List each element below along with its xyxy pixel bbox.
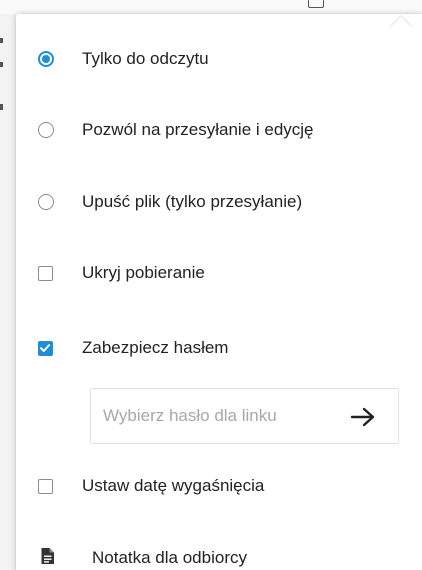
note-to-recipient-label: Notatka dla odbiorcy — [92, 548, 247, 567]
checkbox-set-expiration[interactable]: Ustaw datę wygaśnięcia — [16, 464, 422, 508]
radio-read-only-label: Tylko do odczytu — [82, 49, 209, 68]
checkbox-unchecked[interactable] — [38, 265, 53, 281]
checkbox-unchecked[interactable] — [38, 478, 53, 494]
background-edge-mark — [0, 104, 3, 110]
popover-arrow — [389, 16, 413, 40]
document-icon — [308, 0, 324, 8]
background-edge-mark — [0, 38, 3, 43]
checkbox-set-expiration-label: Ustaw datę wygaśnięcia — [82, 476, 265, 495]
share-options-popover: Tylko do odczytu Pozwól na przesyłanie i… — [16, 14, 422, 570]
checkbox-hide-download[interactable]: Ukryj pobieranie — [16, 251, 422, 295]
radio-file-drop[interactable]: Upuść plik (tylko przesyłanie) — [16, 180, 422, 224]
background-app-strip — [0, 0, 422, 14]
note-icon — [40, 547, 55, 570]
password-input[interactable] — [103, 403, 343, 429]
checkbox-password-protect-label: Zabezpiecz hasłem — [82, 338, 229, 357]
note-to-recipient[interactable]: Notatka dla odbiorcy — [16, 536, 422, 570]
radio-allow-upload-edit[interactable]: Pozwól na przesyłanie i edycję — [16, 108, 422, 152]
page: Tylko do odczytu Pozwól na przesyłanie i… — [0, 0, 422, 570]
checkbox-checked[interactable] — [38, 340, 53, 356]
background-edge-mark — [0, 62, 3, 67]
radio-file-drop-label: Upuść plik (tylko przesyłanie) — [82, 192, 303, 211]
radio-button-checked[interactable] — [38, 51, 54, 67]
password-field-container — [90, 388, 399, 444]
checkbox-password-protect[interactable]: Zabezpiecz hasłem — [16, 326, 422, 370]
radio-allow-upload-edit-label: Pozwól na przesyłanie i edycję — [82, 120, 314, 139]
arrow-right-icon[interactable] — [349, 405, 377, 429]
checkmark-icon — [40, 343, 51, 352]
checkbox-hide-download-label: Ukryj pobieranie — [82, 263, 205, 282]
radio-read-only[interactable]: Tylko do odczytu — [16, 37, 422, 81]
radio-button[interactable] — [38, 194, 54, 210]
radio-button[interactable] — [38, 122, 54, 138]
